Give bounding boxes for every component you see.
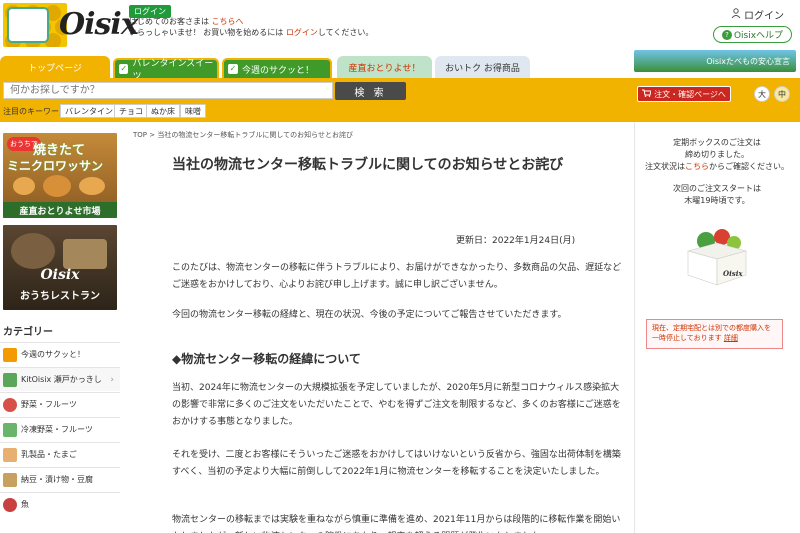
category-item-fish[interactable]: 魚 xyxy=(0,492,120,516)
promo-footer: 産直おとりよせ市場 xyxy=(3,202,117,218)
header: Oisix ログイン はじめてのお客さまは こちらへ いらっしゃいませ！ お買い… xyxy=(0,0,800,56)
breadcrumb: TOP > 当社の物流センター移転トラブルに関してのお知らせとお詫び xyxy=(133,130,353,140)
right-divider xyxy=(634,122,635,533)
category-icon xyxy=(3,397,17,412)
keyword-valentine[interactable]: バレンタイン xyxy=(60,104,118,118)
promo-croissant-banner[interactable]: おうちで 焼きたて ミニクロワッサン 産直おとりよせ市場 xyxy=(3,133,117,218)
question-icon: ? xyxy=(721,29,732,40)
cart-button[interactable]: 注文・確認ページへ xyxy=(637,86,731,102)
logo-text: Oisix xyxy=(59,7,139,42)
category-label: KitOisix 瀬戸かっきし xyxy=(21,375,102,384)
keyword-label: 注目のキーワード xyxy=(3,107,67,116)
breadcrumb-top-link[interactable]: TOP xyxy=(133,131,147,139)
category-label: 野菜・フルーツ xyxy=(21,400,77,409)
promo-restaurant-banner[interactable]: Oisix おうちレストラン xyxy=(3,225,117,310)
croissant-image xyxy=(43,175,71,197)
category-icon xyxy=(3,472,17,487)
preparation-paragraph: 物流センターの移転までは実験を重ねながら慎重に準備を進め、2021年11月からは… xyxy=(172,515,621,533)
cart-label: 注文・確認ページへ xyxy=(654,89,726,99)
help-button[interactable]: ? Oisixヘルプ xyxy=(713,26,792,43)
tab-sanchoku[interactable]: 産直おとりよせ！ xyxy=(337,56,432,78)
purchase-suspended-notice: 現在、定期宅配とは別での都度購入を一時停止しております 詳細 xyxy=(646,319,783,349)
category-icon xyxy=(3,447,17,462)
category-label: 乳製品・たまご xyxy=(21,450,77,459)
tab-weekly-quick[interactable]: ✓ 今週のサクッと！ xyxy=(222,58,332,78)
croissant-image xyxy=(79,177,105,195)
intro-paragraph: このたびは、物流センターの移転に伴うトラブルにより、お届けができなかったり、多数… xyxy=(172,263,622,290)
keyword-miso[interactable]: 味噌 xyxy=(180,104,206,118)
logo-product-image xyxy=(9,9,47,41)
category-title: カテゴリー xyxy=(3,327,53,338)
category-label: 冷凍野菜・フルーツ xyxy=(21,425,93,434)
tab-weekly-label: 今週のサクッと！ xyxy=(242,65,315,76)
main-nav: トップページ ✓ バレンタインスイーツ ✓ 今週のサクッと！ 産直おとりよせ！ … xyxy=(0,50,800,82)
login-label: ログイン xyxy=(744,11,784,22)
breadcrumb-current: 当社の物流センター移転トラブルに関してのお知らせとお詫び xyxy=(157,131,354,139)
croissant-image xyxy=(13,177,35,195)
promo-logo: Oisix xyxy=(40,267,80,283)
category-item-weekly[interactable]: 今週のサクッと！ xyxy=(0,342,120,366)
page-title: 当社の物流センター移転トラブルに関してのお知らせとお詫び xyxy=(172,157,564,173)
font-size-large-button[interactable]: 大 xyxy=(754,86,770,102)
box-logo: Oisix xyxy=(723,269,743,278)
login-inline-link[interactable]: ログイン xyxy=(286,28,318,37)
help-label: Oisixヘルプ xyxy=(733,31,784,41)
category-icon xyxy=(3,372,17,387)
notice-detail-link[interactable]: 詳細 xyxy=(724,334,738,342)
background-paragraph: 当初、2024年に物流センターの大規模拡張を予定していましたが、2020年5月に… xyxy=(172,383,621,427)
login-link[interactable]: ログイン xyxy=(731,7,784,22)
keyword-nukadoko[interactable]: ぬか床 xyxy=(146,104,180,118)
delivery-box-image: Oisix xyxy=(678,227,756,287)
check-icon: ✓ xyxy=(228,64,238,74)
category-item-natto[interactable]: 納豆・漬け物・豆腐 xyxy=(0,467,120,491)
cart-icon xyxy=(642,89,652,99)
category-item-dairy[interactable]: 乳製品・たまご xyxy=(0,442,120,466)
category-icon xyxy=(3,347,17,362)
tab-oitoku[interactable]: おいトク お得商品 xyxy=(435,56,530,78)
food-image xyxy=(63,239,107,269)
order-status-link[interactable]: こちら xyxy=(685,162,709,171)
category-item-vegetables[interactable]: 野菜・フルーツ xyxy=(0,392,120,416)
breadcrumb-separator: > xyxy=(149,131,156,139)
search-button[interactable]: 検 索 xyxy=(335,82,406,100)
font-size-medium-button[interactable]: 中 xyxy=(774,86,790,102)
next-order-text: 次回のご注文スタートは 木曜19時頃です。 xyxy=(673,184,761,205)
category-icon xyxy=(3,497,17,512)
keyword-chocolate[interactable]: チョコ xyxy=(114,104,148,118)
category-item-kitoisix[interactable]: KitOisix 瀬戸かっきし › xyxy=(0,367,120,391)
left-sidebar: おうちで 焼きたて ミニクロワッサン 産直おとりよせ市場 Oisix おうちレス… xyxy=(0,122,122,533)
safety-declaration-banner[interactable]: Oisixたべもの安心宣言 xyxy=(634,50,796,72)
tab-valentine-sweets[interactable]: ✓ バレンタインスイーツ xyxy=(113,58,219,82)
oisix-logo[interactable]: Oisix xyxy=(3,3,139,47)
food-image xyxy=(11,233,55,269)
search-bar: 検 索 注目のキーワード バレンタイン チョコ ぬか床 味噌 注文・確認ページへ… xyxy=(0,78,800,122)
overview-paragraph: 今回の物流センター移転の経緯と、現在の状況、今後の予定についてご報告させていただ… xyxy=(172,310,567,320)
right-panel: 定期ボックスのご注文は 締め切りました。 注文状況はこちらからご確認ください。 … xyxy=(636,122,798,533)
check-icon: ✓ xyxy=(119,64,129,74)
chevron-right-icon: › xyxy=(110,374,114,385)
promo-footer: おうちレストラン xyxy=(20,291,100,302)
order-status-text: 定期ボックスのご注文は 締め切りました。 注文状況はこちらからご確認ください。 xyxy=(645,138,789,171)
user-icon xyxy=(731,8,741,21)
promo-line2: ミニクロワッサン xyxy=(7,159,104,173)
tab-top-page[interactable]: トップページ xyxy=(0,56,110,78)
first-time-link[interactable]: こちらへ xyxy=(212,17,244,26)
updated-date: 更新日：2022年1月24日(月) xyxy=(456,236,576,246)
welcome-login-prompt: いらっしゃいませ！ お買い物を始めるには ログインしてください。 xyxy=(129,28,374,37)
promo-line1: 焼きたて xyxy=(33,143,86,158)
category-icon xyxy=(3,422,17,437)
category-label: 納豆・漬け物・豆腐 xyxy=(21,475,93,484)
welcome-first-time: はじめてのお客さまは こちらへ xyxy=(129,17,244,26)
decision-paragraph: それを受け、二度とお客様にそういったご迷惑をおかけしてはいけないという反省から、… xyxy=(172,450,621,477)
category-label: 魚 xyxy=(21,500,29,509)
category-label: 今週のサクッと！ xyxy=(21,350,85,359)
section-heading: ◆物流センター移転の経緯について xyxy=(172,352,361,366)
search-input[interactable] xyxy=(3,82,333,99)
category-item-frozen[interactable]: 冷凍野菜・フルーツ xyxy=(0,417,120,441)
